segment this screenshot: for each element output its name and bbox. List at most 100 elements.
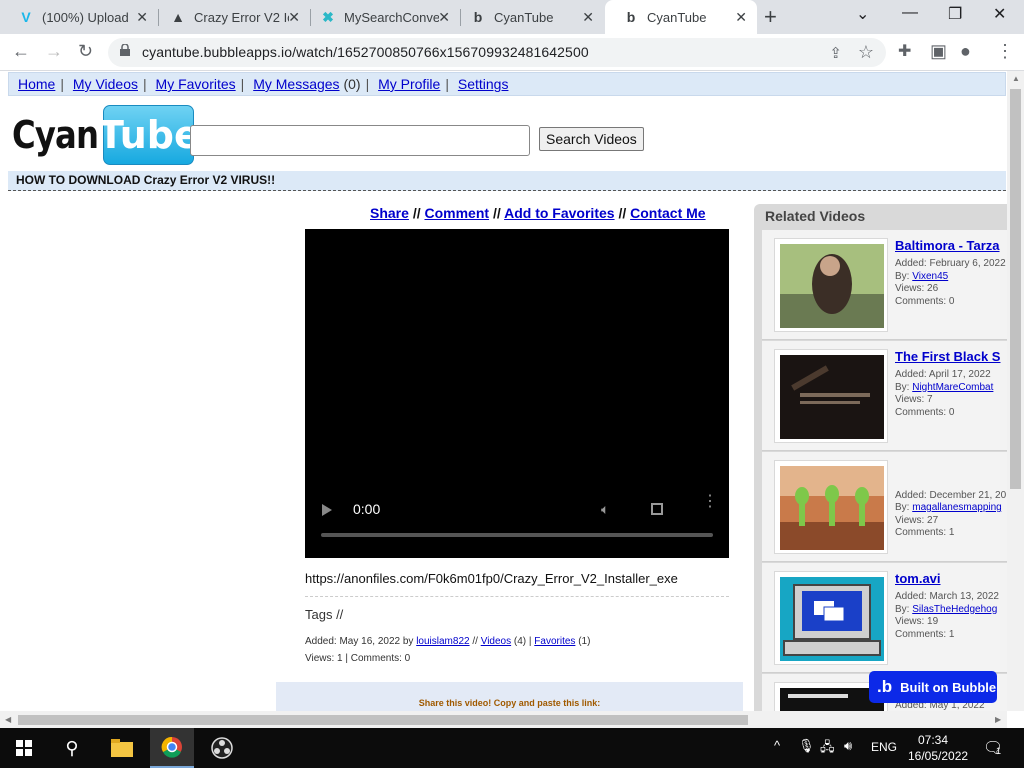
share-icon[interactable]: ⇪	[829, 44, 842, 62]
language-indicator[interactable]: ENG	[871, 740, 897, 754]
tab-upload[interactable]: V (100%) Upload ✕	[0, 0, 159, 34]
horizontal-scrollbar[interactable]: ◀ ▶	[0, 711, 1007, 728]
cyantube-logo[interactable]: Cyan Tube	[12, 104, 200, 166]
contact-me-link[interactable]: Contact Me	[630, 205, 705, 221]
profile-icon[interactable]: ●	[960, 41, 971, 62]
browser-tab-bar: V (100%) Upload ✕ ▲ Crazy Error V2 Ic ✕ …	[0, 0, 1024, 34]
tent-icon: ▲	[171, 9, 185, 25]
volume-icon[interactable]: 🔈︎	[601, 501, 609, 518]
microphone-icon[interactable]: 🎙︎	[798, 738, 815, 754]
video-thumbnail[interactable]	[774, 460, 888, 554]
new-tab-button[interactable]: +	[764, 4, 777, 30]
close-tab-icon[interactable]: ✕	[288, 9, 300, 26]
uploader-link[interactable]: louislam822	[416, 636, 469, 647]
chrome-taskbar-icon[interactable]	[150, 728, 194, 768]
close-tab-icon[interactable]: ✕	[438, 9, 450, 26]
bubble-logo-icon: .b	[877, 677, 893, 696]
related-videos-panel: Related Videos Baltimora - Tarza Added: …	[754, 204, 1007, 711]
video-thumbnail[interactable]	[774, 349, 888, 443]
video-progress-bar[interactable]	[321, 533, 713, 537]
url-text[interactable]: cyantube.bubbleapps.io/watch/16527008507…	[142, 44, 589, 60]
clock[interactable]: 07:34 16/05/2022	[908, 732, 968, 764]
volume-icon[interactable]: 🔊︎	[844, 738, 852, 754]
related-video-title[interactable]: The First Black S	[895, 349, 1000, 364]
fullscreen-icon[interactable]	[651, 503, 663, 515]
built-on-bubble-badge[interactable]: .b Built on Bubble	[869, 671, 997, 703]
related-video-item[interactable]: Added: December 21, 20 By: magallanesmap…	[762, 452, 1007, 562]
video-thumbnail-image	[780, 466, 884, 550]
video-thumbnail[interactable]	[774, 238, 888, 332]
messages-count: (0)	[343, 76, 361, 92]
related-video-author[interactable]: NightMareCombat	[912, 382, 993, 393]
views-comments: Views: 1 | Comments: 0	[305, 653, 411, 664]
bookmark-star-icon[interactable]: ☆	[858, 42, 874, 63]
reload-icon[interactable]: ↻	[78, 41, 93, 62]
search-videos-button[interactable]: Search Videos	[539, 127, 644, 151]
tab-search-icon[interactable]: ⌄	[856, 4, 869, 24]
search-input[interactable]	[190, 125, 530, 156]
site-nav: Home | My Videos | My Favorites | My Messag…	[8, 72, 1006, 96]
scroll-left-icon[interactable]: ◀	[5, 715, 11, 724]
search-icon[interactable]: ⚲	[50, 728, 94, 768]
tab-crazy-error[interactable]: ▲ Crazy Error V2 Ic ✕	[152, 0, 311, 34]
close-window-button[interactable]: ✕	[993, 4, 1006, 24]
vertical-scroll-thumb[interactable]	[1010, 89, 1021, 489]
maximize-button[interactable]: ❐	[948, 4, 962, 24]
video-thumbnail[interactable]	[774, 571, 888, 665]
related-video-title[interactable]: Baltimora - Tarza	[895, 238, 1000, 253]
nav-my-favorites[interactable]: My Favorites	[156, 76, 236, 92]
related-video-item[interactable]: Baltimora - Tarza Added: February 6, 202…	[762, 230, 1007, 340]
share-box: Share this video! Copy and paste this li…	[276, 682, 743, 711]
horizontal-scroll-thumb[interactable]	[18, 715, 748, 725]
side-panel-icon[interactable]: ▣	[930, 41, 947, 62]
video-tags: Tags //	[305, 607, 344, 622]
share-link[interactable]: Share	[370, 205, 409, 221]
tray-expand-icon[interactable]: ^	[774, 738, 780, 753]
windows-taskbar: ⚲ ^ 🎙︎ 🖧︎ 🔊︎ ENG 07:34 16/05/2022 🗨︎ 1	[0, 728, 1024, 768]
tab-mysearchconverter[interactable]: ✖ MySearchConve ✕	[302, 0, 461, 34]
browser-toolbar: ← → ↻ cyantube.bubbleapps.io/watch/16527…	[0, 34, 1024, 71]
video-player[interactable]: 0:00 🔈︎ ⋮	[305, 229, 729, 558]
tab-cyantube-active[interactable]: b CyanTube ✕	[605, 0, 757, 34]
extensions-icon[interactable]: ✚	[898, 41, 911, 61]
more-options-icon[interactable]: ⋮	[702, 494, 718, 510]
windows-start-icon[interactable]	[0, 728, 48, 768]
video-actions: Share // Comment // Add to Favorites // …	[370, 205, 706, 221]
related-video-author[interactable]: Vixen45	[912, 271, 948, 282]
uploader-favorites-link[interactable]: Favorites	[534, 636, 575, 647]
menu-icon[interactable]: ⋮	[996, 41, 1014, 62]
related-video-title[interactable]: tom.avi	[895, 571, 941, 586]
forward-icon[interactable]: →	[45, 41, 63, 62]
video-thumbnail-image	[780, 355, 884, 439]
uploader-videos-link[interactable]: Videos	[481, 636, 511, 647]
related-video-item[interactable]: tom.avi Added: March 13, 2022 By: SilasT…	[762, 563, 1007, 673]
address-bar[interactable]: cyantube.bubbleapps.io/watch/16527008507…	[108, 38, 886, 67]
file-explorer-icon[interactable]	[100, 728, 144, 768]
vimeo-icon: V	[21, 9, 31, 25]
tab-cyantube-1[interactable]: b CyanTube ✕	[452, 0, 604, 34]
nav-home[interactable]: Home	[18, 76, 55, 92]
scroll-up-icon[interactable]: ▲	[1012, 74, 1020, 83]
comment-link[interactable]: Comment	[424, 205, 489, 221]
vertical-scrollbar[interactable]: ▲	[1007, 71, 1024, 711]
network-icon[interactable]: 🖧︎	[820, 738, 835, 760]
minimize-button[interactable]: —	[902, 4, 918, 22]
close-tab-icon[interactable]: ✕	[582, 9, 594, 26]
bubble-icon: b	[626, 9, 636, 25]
back-icon[interactable]: ←	[12, 41, 30, 62]
play-icon[interactable]	[322, 504, 332, 516]
nav-my-messages[interactable]: My Messages	[253, 76, 339, 92]
obs-icon[interactable]	[200, 728, 244, 768]
scroll-right-icon[interactable]: ▶	[995, 715, 1001, 724]
page-viewport: Home | My Videos | My Favorites | My Messag…	[0, 71, 1007, 711]
related-video-author[interactable]: SilasTheHedgehog	[912, 604, 997, 615]
related-video-author[interactable]: magallanesmapping	[912, 502, 1002, 513]
nav-my-profile[interactable]: My Profile	[378, 76, 440, 92]
close-tab-icon[interactable]: ✕	[735, 9, 747, 26]
add-to-favorites-link[interactable]: Add to Favorites	[504, 205, 614, 221]
related-video-item[interactable]: The First Black S Added: April 17, 2022 …	[762, 341, 1007, 451]
nav-settings[interactable]: Settings	[458, 76, 509, 92]
nav-my-videos[interactable]: My Videos	[73, 76, 138, 92]
converter-icon: ✖	[322, 8, 334, 25]
close-tab-icon[interactable]: ✕	[136, 9, 148, 26]
